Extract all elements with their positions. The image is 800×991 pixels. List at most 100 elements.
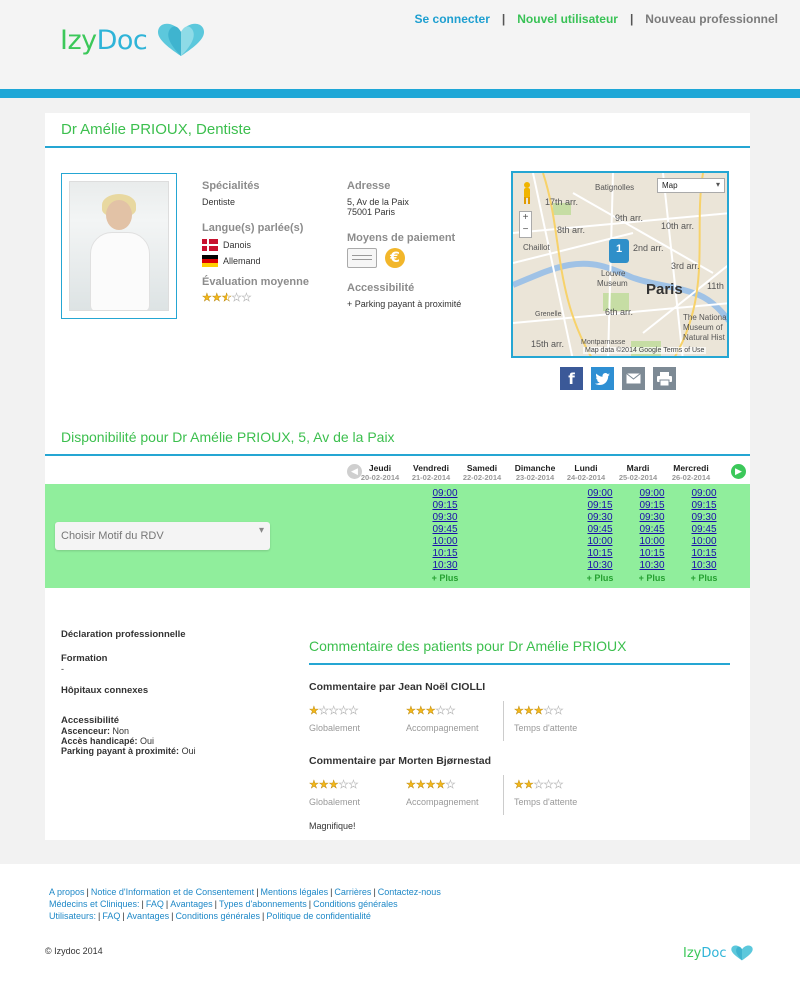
footer-link[interactable]: Utilisateurs:: [49, 911, 96, 921]
time-slot[interactable]: 09:30: [679, 512, 729, 524]
time-slot[interactable]: 10:30: [575, 560, 625, 572]
slots-friday: 09:00 09:15 09:30 09:45 10:00 10:15 10:3…: [420, 488, 470, 584]
comments-title: Commentaire des patients pour Dr Amélie …: [309, 638, 627, 654]
hospitals-heading: Hôpitaux connexes: [61, 685, 149, 696]
time-slot[interactable]: 09:45: [575, 524, 625, 536]
comments-divider: [309, 663, 730, 665]
comment-author: Commentaire par Jean Noël CIOLLI: [309, 681, 486, 693]
time-slot[interactable]: 10:15: [627, 548, 677, 560]
footer-link[interactable]: FAQ: [102, 911, 120, 921]
new-professional-link[interactable]: Nouveau professionnel: [645, 12, 778, 26]
time-slot[interactable]: 09:15: [420, 500, 470, 512]
germany-flag-icon: [202, 255, 218, 267]
footer-link[interactable]: Conditions générales: [313, 899, 398, 909]
footer-link[interactable]: Avantages: [127, 911, 169, 921]
star-icon: ★: [202, 292, 212, 304]
footer-link[interactable]: Carrières: [334, 887, 371, 897]
copyright: © Izydoc 2014: [45, 946, 103, 956]
time-slot[interactable]: 10:00: [575, 536, 625, 548]
time-slot[interactable]: 09:15: [679, 500, 729, 512]
login-link[interactable]: Se connecter: [415, 12, 490, 26]
logo-text: IzyDoc: [60, 24, 148, 56]
time-slot[interactable]: 09:30: [420, 512, 470, 524]
calendar-header: ◀ Jeudi 20-02-2014 Vendredi 21-02-2014 Sam…: [345, 459, 750, 485]
address-line1: 5, Av de la Paix: [347, 197, 409, 207]
map-zoom-control[interactable]: + −: [519, 211, 532, 238]
accessibility-value: + Parking payant à proximité: [347, 299, 462, 309]
more-slots-link[interactable]: + Plus: [575, 572, 625, 584]
time-slot[interactable]: 09:15: [627, 500, 677, 512]
time-slot[interactable]: 09:30: [627, 512, 677, 524]
rating-support: ★ ★ ★ ★ ★ Accompagnement: [406, 705, 479, 733]
doctor-info-column-2: Adresse 5, Av de la Paix 75001 Paris Moy…: [347, 180, 461, 309]
email-icon[interactable]: [622, 367, 645, 390]
footer-logo[interactable]: IzyDoc: [683, 944, 755, 962]
share-buttons: f: [560, 367, 684, 390]
izydoc-logo[interactable]: IzyDoc: [60, 22, 209, 58]
facebook-icon[interactable]: f: [560, 367, 583, 390]
rating-overall: ★ ★ ★ ★ ★ Globalement: [309, 779, 361, 807]
map-type-select[interactable]: Map: [657, 178, 725, 193]
footer-row-general: A propos | Notice d'Information et de Cons…: [49, 887, 441, 897]
time-slot[interactable]: 09:00: [627, 488, 677, 500]
time-slot[interactable]: 09:15: [575, 500, 625, 512]
footer-row-users: Utilisateurs: | FAQ | Avantages | Conditions g…: [49, 911, 371, 921]
time-slot[interactable]: 09:45: [420, 524, 470, 536]
time-slot[interactable]: 09:00: [420, 488, 470, 500]
payment-methods: €: [347, 248, 461, 268]
time-slot[interactable]: 09:45: [679, 524, 729, 536]
time-slot[interactable]: 10:00: [627, 536, 677, 548]
time-slot[interactable]: 09:45: [627, 524, 677, 536]
time-slot[interactable]: 10:15: [679, 548, 729, 560]
site-footer: A propos | Notice d'Information et de Cons…: [0, 864, 800, 991]
time-slot[interactable]: 09:00: [679, 488, 729, 500]
euro-icon: €: [385, 248, 405, 268]
time-slot[interactable]: 10:30: [679, 560, 729, 572]
comment-ratings: ★ ★ ★ ★ ★ Globalement ★ ★ ★ ★ ★ Accompagnement ★…: [309, 775, 600, 815]
twitter-icon[interactable]: [591, 367, 614, 390]
time-slot[interactable]: 10:00: [679, 536, 729, 548]
print-icon[interactable]: [653, 367, 676, 390]
next-week-icon[interactable]: ▶: [731, 464, 746, 479]
map-marker-icon[interactable]: 1: [609, 239, 629, 263]
time-slot[interactable]: 10:15: [420, 548, 470, 560]
doctor-photo: [61, 173, 177, 319]
more-slots-link[interactable]: + Plus: [679, 572, 729, 584]
footer-link[interactable]: Contactez-nous: [378, 887, 441, 897]
rating-label: Évaluation moyenne: [202, 276, 309, 288]
time-slot[interactable]: 10:30: [420, 560, 470, 572]
time-slot[interactable]: 10:00: [420, 536, 470, 548]
footer-link[interactable]: Types d'abonnements: [219, 899, 307, 909]
doctor-profile-card: Dr Amélie PRIOUX, Dentiste Spécialités D…: [45, 113, 750, 840]
footer-link[interactable]: Conditions générales: [175, 911, 260, 921]
more-slots-link[interactable]: + Plus: [420, 572, 470, 584]
time-slot[interactable]: 09:30: [575, 512, 625, 524]
comment-text: Magnifique!: [309, 821, 356, 831]
comment-author: Commentaire par Morten Bjørnestad: [309, 755, 492, 767]
accessibility-heading: Accessibilité: [61, 715, 120, 726]
footer-link[interactable]: Politique de confidentialité: [266, 911, 371, 921]
day-header-saturday: Samedi 22-02-2014: [462, 463, 502, 482]
footer-link[interactable]: Avantages: [170, 899, 212, 909]
rating-waiting-time: ★ ★ ★ ★ ★ Temps d'attente: [503, 775, 600, 815]
time-slot[interactable]: 10:15: [575, 548, 625, 560]
more-slots-link[interactable]: + Plus: [627, 572, 677, 584]
time-slot[interactable]: 10:30: [627, 560, 677, 572]
location-map[interactable]: +− Map Batignolles 17th arr. 9th arr. 10…: [511, 171, 729, 358]
appointment-reason-select[interactable]: Choisir Motif du RDV: [55, 522, 270, 550]
new-user-link[interactable]: Nouvel utilisateur: [517, 12, 618, 26]
street-view-pegman-icon[interactable]: [521, 181, 533, 205]
footer-link[interactable]: A propos: [49, 887, 85, 897]
footer-link[interactable]: Notice d'Information et de Consentement: [91, 887, 254, 897]
time-slot[interactable]: 09:00: [575, 488, 625, 500]
day-header-monday: Lundi 24-02-2014: [566, 463, 606, 482]
availability-title: Disponibilité pour Dr Amélie PRIOUX, 5, …: [61, 429, 395, 445]
handicap-access-info: Accès handicapé: Oui: [61, 736, 155, 746]
footer-link[interactable]: Mentions légales: [261, 887, 329, 897]
footer-link[interactable]: Médecins et Cliniques:: [49, 899, 140, 909]
map-attribution[interactable]: Map data ©2014 Google Terms of Use: [583, 347, 707, 354]
appointment-slots: Choisir Motif du RDV 09:00 09:15 09:30 0…: [45, 484, 750, 588]
footer-link[interactable]: FAQ: [146, 899, 164, 909]
lift-info: Ascenceur: Non: [61, 726, 130, 736]
slots-monday: 09:00 09:15 09:30 09:45 10:00 10:15 10:3…: [575, 488, 625, 584]
